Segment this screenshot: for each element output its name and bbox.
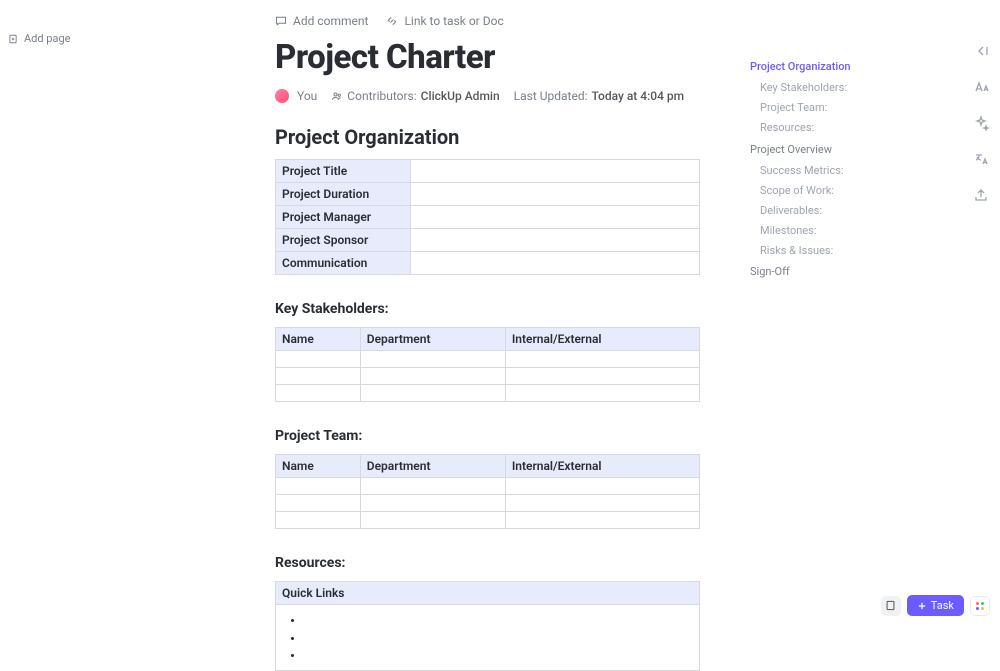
org-row-value[interactable]: [411, 206, 700, 229]
right-rail: [972, 42, 990, 204]
outline-item[interactable]: Project Team:: [750, 98, 910, 118]
doc-title[interactable]: Project Charter: [275, 38, 705, 77]
stakeholders-table[interactable]: Name Department Internal/External: [275, 327, 700, 402]
org-row-value[interactable]: [411, 252, 700, 275]
contributors-label: Contributors:: [347, 89, 416, 103]
plus-page-icon: [8, 34, 18, 44]
section-team-heading[interactable]: Project Team:: [275, 428, 705, 444]
outline-item[interactable]: Deliverables:: [750, 201, 910, 221]
table-row: Project Duration: [276, 183, 700, 206]
quick-links-cell[interactable]: [276, 605, 700, 671]
add-comment-label: Add comment: [293, 14, 368, 28]
list-item[interactable]: [304, 646, 689, 664]
col-name[interactable]: Name: [276, 455, 361, 478]
col-quicklinks[interactable]: Quick Links: [276, 582, 700, 605]
section-stakeholders-heading[interactable]: Key Stakeholders:: [275, 301, 705, 317]
link-task-label: Link to task or Doc: [404, 14, 503, 28]
outline-item[interactable]: Milestones:: [750, 221, 910, 241]
table-row: Project Manager: [276, 206, 700, 229]
table-header-row: Name Department Internal/External: [276, 328, 700, 351]
org-row-label[interactable]: Communication: [276, 252, 411, 275]
outline-item[interactable]: Key Stakeholders:: [750, 78, 910, 98]
ai-sparkle-icon[interactable]: [972, 114, 990, 132]
quick-links-list: [286, 611, 689, 664]
comment-icon: [275, 15, 287, 27]
new-task-button[interactable]: Task: [907, 595, 964, 616]
table-row: Project Title: [276, 160, 700, 183]
table-row: [276, 478, 700, 495]
doc-top-actions: Add comment Link to task or Doc: [275, 14, 705, 28]
task-button-label: Task: [931, 599, 954, 612]
document-outline: Project Organization Key Stakeholders: P…: [750, 56, 910, 284]
table-header-row: Name Department Internal/External: [276, 455, 700, 478]
share-icon[interactable]: [972, 186, 990, 204]
contributors-value: ClickUp Admin: [421, 89, 500, 103]
col-dept[interactable]: Department: [360, 455, 505, 478]
add-page-label: Add page: [24, 32, 70, 45]
add-page-button[interactable]: Add page: [8, 32, 70, 45]
col-dept[interactable]: Department: [360, 328, 505, 351]
list-item[interactable]: [304, 629, 689, 647]
link-icon: [386, 15, 398, 27]
org-row-value[interactable]: [411, 160, 700, 183]
org-row-value[interactable]: [411, 229, 700, 252]
org-row-label[interactable]: Project Duration: [276, 183, 411, 206]
table-row: Communication: [276, 252, 700, 275]
outline-item[interactable]: Sign-Off: [750, 261, 910, 283]
outline-item[interactable]: Project Overview: [750, 139, 910, 161]
apps-button[interactable]: [970, 596, 990, 616]
meta-author[interactable]: You: [275, 89, 317, 103]
meta-updated: Last Updated: Today at 4:04 pm: [514, 89, 684, 103]
bottom-actions: Task: [881, 595, 990, 616]
section-resources-heading[interactable]: Resources:: [275, 555, 705, 571]
plus-icon: [917, 601, 927, 611]
org-row-label[interactable]: Project Title: [276, 160, 411, 183]
table-row: [276, 351, 700, 368]
typography-icon[interactable]: [972, 78, 990, 96]
table-header-row: Quick Links: [276, 582, 700, 605]
outline-item[interactable]: Risks & Issues:: [750, 241, 910, 261]
translate-icon[interactable]: [972, 150, 990, 168]
table-row: [276, 495, 700, 512]
table-row: [276, 368, 700, 385]
add-comment-button[interactable]: Add comment: [275, 14, 368, 28]
outline-item[interactable]: Resources:: [750, 118, 910, 138]
table-row: [276, 385, 700, 402]
outline-item[interactable]: Success Metrics:: [750, 161, 910, 181]
link-task-button[interactable]: Link to task or Doc: [386, 14, 503, 28]
org-table[interactable]: Project Title Project Duration Project M…: [275, 159, 700, 275]
org-row-value[interactable]: [411, 183, 700, 206]
note-icon: [885, 600, 896, 611]
collapse-icon[interactable]: [972, 42, 990, 60]
outline-item[interactable]: Scope of Work:: [750, 181, 910, 201]
org-row-label[interactable]: Project Sponsor: [276, 229, 411, 252]
note-button[interactable]: [881, 596, 901, 616]
table-row: [276, 512, 700, 529]
section-org-heading[interactable]: Project Organization: [275, 125, 705, 149]
doc-meta-row: You Contributors: ClickUp Admin Last Upd…: [275, 89, 705, 103]
meta-contributors[interactable]: Contributors: ClickUp Admin: [331, 89, 499, 103]
avatar: [275, 89, 289, 103]
apps-grid-icon: [976, 602, 984, 610]
col-intext[interactable]: Internal/External: [505, 455, 699, 478]
updated-value: Today at 4:04 pm: [592, 89, 685, 103]
team-table[interactable]: Name Department Internal/External: [275, 454, 700, 529]
outline-item[interactable]: Project Organization: [750, 56, 910, 78]
org-row-label[interactable]: Project Manager: [276, 206, 411, 229]
table-row: [276, 605, 700, 671]
updated-label: Last Updated:: [514, 89, 588, 103]
col-name[interactable]: Name: [276, 328, 361, 351]
people-icon: [331, 90, 343, 102]
document-main: Add comment Link to task or Doc Project …: [275, 14, 705, 671]
col-intext[interactable]: Internal/External: [505, 328, 699, 351]
table-row: Project Sponsor: [276, 229, 700, 252]
meta-you-label: You: [297, 89, 317, 103]
